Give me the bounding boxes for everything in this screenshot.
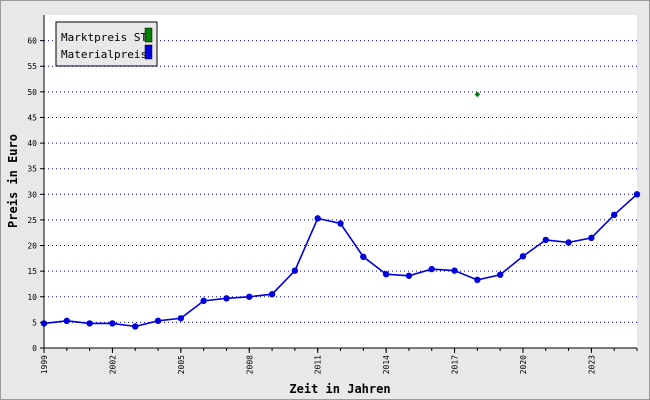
x-tick-label-2002: 2002 xyxy=(108,355,117,374)
data-point-1-2 xyxy=(86,320,93,327)
data-point-1-14 xyxy=(360,253,367,261)
legend: Marktpreis ST Materialpreis xyxy=(55,21,158,67)
data-point-1-23 xyxy=(565,239,572,246)
legend-label-materialpreis: Materialpreis xyxy=(61,48,147,61)
legend-swatch-marktpreis xyxy=(144,27,153,43)
data-point-1-17 xyxy=(428,265,435,273)
data-point-1-16 xyxy=(405,272,413,279)
legend-swatch-materialpreis xyxy=(144,44,153,60)
x-tick-label-2014: 2014 xyxy=(382,355,391,374)
y-tick-label-45: 45 xyxy=(27,113,37,122)
data-point-1-4 xyxy=(132,323,139,330)
data-point-1-11 xyxy=(291,267,299,274)
data-point-1-10 xyxy=(268,291,276,298)
y-tick-label-55: 55 xyxy=(27,62,37,71)
x-tick-label-2020: 2020 xyxy=(519,355,528,374)
data-point-1-21 xyxy=(519,253,527,260)
data-point-1-12 xyxy=(314,215,321,222)
y-tick-label-10: 10 xyxy=(27,293,37,302)
data-point-1-20 xyxy=(496,271,504,278)
data-point-1-3 xyxy=(109,320,116,327)
data-point-1-1 xyxy=(63,317,71,325)
data-point-1-7 xyxy=(200,297,207,305)
y-tick-label-20: 20 xyxy=(27,242,37,251)
x-tick-label-2023: 2023 xyxy=(587,355,596,374)
chart: 0 5 10 15 20 25 30 35 40 45 50 55 60 1999 2002 2005 2008… xyxy=(0,0,650,400)
data-point-1-8 xyxy=(223,295,230,302)
y-tick-label-15: 15 xyxy=(27,267,37,276)
y-tick-label-35: 35 xyxy=(27,165,37,174)
data-point-1-5 xyxy=(154,317,162,325)
y-tick-label-40: 40 xyxy=(27,139,37,148)
y-tick-label-60: 60 xyxy=(27,37,37,46)
y-tick-label-5: 5 xyxy=(32,318,37,327)
data-point-1-25 xyxy=(610,211,618,218)
x-tick-label-2017: 2017 xyxy=(451,355,460,374)
data-point-1-18 xyxy=(451,267,458,274)
x-tick-label-2008: 2008 xyxy=(245,355,254,374)
data-point-1-19 xyxy=(474,276,481,284)
data-point-1-6 xyxy=(177,315,185,322)
line-chart: 0 5 10 15 20 25 30 35 40 45 50 55 60 1999 2002 2005 2008… xyxy=(6,15,641,396)
y-tick-label-0: 0 xyxy=(32,344,37,353)
data-point-1-0 xyxy=(40,320,48,327)
y-tick-label-50: 50 xyxy=(27,88,37,97)
data-point-1-13 xyxy=(337,220,344,227)
data-point-1-22 xyxy=(542,236,549,244)
data-point-1-15 xyxy=(382,271,390,278)
y-tick-label-25: 25 xyxy=(27,216,37,225)
y-tick-label-30: 30 xyxy=(27,190,37,199)
data-point-1-9 xyxy=(246,293,253,300)
x-tick-label-2011: 2011 xyxy=(314,355,323,374)
data-point-1-24 xyxy=(588,234,595,242)
x-axis-title: Zeit in Jahren xyxy=(289,382,390,396)
legend-label-marktpreis: Marktpreis ST xyxy=(61,31,147,44)
y-axis-title: Preis in Euro xyxy=(6,134,20,228)
x-tick-label-2005: 2005 xyxy=(177,355,186,374)
x-tick-label-1999: 1999 xyxy=(40,355,49,374)
data-point-1-26 xyxy=(633,191,641,198)
